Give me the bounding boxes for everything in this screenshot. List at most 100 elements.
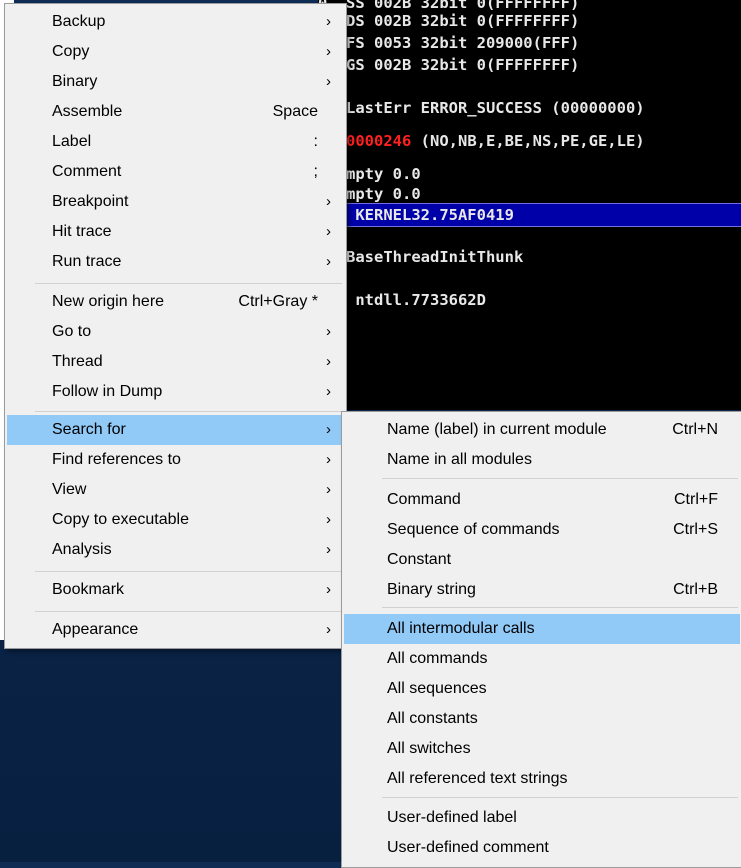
submenu-item-command[interactable]: Command Ctrl+F xyxy=(344,485,740,515)
submenu-arrow-icon: › xyxy=(326,73,331,90)
context-menu: Backup › Copy › Binary › Assemble Space Label: Co… xyxy=(4,3,347,649)
menu-item-label: Thread xyxy=(52,353,103,370)
search-for-submenu: Name (label) in current module Ctrl+N Name… xyxy=(341,411,741,868)
menu-item-label: Assemble xyxy=(52,103,123,120)
menu-separator xyxy=(35,283,342,284)
submenu-item-user-defined-label[interactable]: User-defined label xyxy=(344,803,740,833)
submenu-item-name-in-all-modules[interactable]: Name in all modules xyxy=(344,445,740,475)
submenu-item-label: User-defined comment xyxy=(387,839,549,856)
submenu-item-label: User-defined label xyxy=(387,809,517,826)
menu-item-label: Hit trace xyxy=(52,223,112,240)
menu-separator xyxy=(382,478,738,479)
menu-item-shortcut: Space xyxy=(272,103,318,120)
menu-separator xyxy=(35,611,342,612)
submenu-item-binary-string[interactable]: Binary string Ctrl+B xyxy=(344,575,740,605)
submenu-arrow-icon: › xyxy=(326,253,331,270)
register-pane: 0 SS 002B 32bit 0(FFFFFFFF) 1 DS 002B 32… xyxy=(318,0,741,410)
menu-item-label[interactable]: Label: xyxy=(7,127,344,157)
menu-item-view[interactable]: View › xyxy=(7,475,344,505)
menu-item-follow-in-dump[interactable]: Follow in Dump › xyxy=(7,377,344,407)
menu-item-run-trace[interactable]: Run trace › xyxy=(7,247,344,277)
menu-item-label: Search for xyxy=(52,421,126,438)
menu-item-label: Label xyxy=(52,133,92,150)
submenu-arrow-icon: › xyxy=(326,43,331,60)
menu-item-hit-trace[interactable]: Hit trace › xyxy=(7,217,344,247)
menu-item-label: Find references to xyxy=(52,451,181,468)
menu-item-label: Comment xyxy=(52,163,122,180)
menu-item-go-to[interactable]: Go to › xyxy=(7,317,344,347)
menu-item-label: New origin here xyxy=(52,293,165,310)
submenu-item-label: All switches xyxy=(387,740,471,757)
submenu-item-name-label-in-current-module[interactable]: Name (label) in current module Ctrl+N xyxy=(344,415,740,445)
reg-line-efl: L 00000246 (NO,NB,E,BE,NS,PE,GE,LE) xyxy=(318,132,645,150)
menu-separator xyxy=(382,797,738,798)
menu-item-label: Go to xyxy=(52,323,92,340)
menu-item-find-references-to[interactable]: Find references to › xyxy=(7,445,344,475)
menu-item-label: Follow in Dump xyxy=(52,383,163,400)
submenu-item-constant[interactable]: Constant xyxy=(344,545,740,575)
submenu-arrow-icon: › xyxy=(326,511,331,528)
submenu-arrow-icon: › xyxy=(326,13,331,30)
submenu-item-all-sequences[interactable]: All sequences xyxy=(344,674,740,704)
submenu-item-user-defined-comment[interactable]: User-defined comment xyxy=(344,833,740,863)
submenu-item-label: Sequence of commands xyxy=(387,521,560,538)
submenu-arrow-icon: › xyxy=(326,323,331,340)
submenu-arrow-icon: › xyxy=(326,621,331,638)
submenu-item-label: All sequences xyxy=(387,680,487,697)
submenu-item-all-constants[interactable]: All constants xyxy=(344,704,740,734)
submenu-item-all-switches[interactable]: All switches xyxy=(344,734,740,764)
submenu-item-shortcut: Ctrl+F xyxy=(674,491,718,508)
submenu-item-label: Command xyxy=(387,491,461,508)
submenu-item-label: Name in all modules xyxy=(387,451,532,468)
submenu-arrow-icon: › xyxy=(326,541,331,558)
submenu-item-label: Binary string xyxy=(387,581,476,598)
menu-item-label: Copy to executable xyxy=(52,511,189,528)
menu-item-breakpoint[interactable]: Breakpoint › xyxy=(7,187,344,217)
selected-stack-line[interactable]: to KERNEL32.75AF0419 xyxy=(318,203,741,227)
menu-item-thread[interactable]: Thread › xyxy=(7,347,344,377)
menu-item-backup[interactable]: Backup › xyxy=(7,7,344,37)
submenu-arrow-icon: › xyxy=(326,481,331,498)
menu-item-search-for[interactable]: Search for › xyxy=(7,415,344,445)
submenu-item-all-commands[interactable]: All commands xyxy=(344,644,740,674)
menu-separator xyxy=(35,571,342,572)
submenu-item-shortcut: Ctrl+B xyxy=(673,581,718,598)
menu-item-analysis[interactable]: Analysis › xyxy=(7,535,344,565)
menu-item-binary[interactable]: Binary › xyxy=(7,67,344,97)
menu-item-new-origin-here[interactable]: New origin here Ctrl+Gray * xyxy=(7,287,344,317)
menu-item-label: Breakpoint xyxy=(52,193,129,210)
submenu-arrow-icon: › xyxy=(326,223,331,240)
efl-value: 00000246 xyxy=(336,132,412,150)
menu-separator xyxy=(382,607,738,608)
menu-item-comment[interactable]: Comment; xyxy=(7,157,344,187)
reg-line-fs: 0 FS 0053 32bit 209000(FFF) xyxy=(318,34,580,52)
submenu-arrow-icon: › xyxy=(326,353,331,370)
menu-item-label: Run trace xyxy=(52,253,122,270)
submenu-item-label: All referenced text strings xyxy=(387,770,568,787)
menu-item-copy[interactable]: Copy › xyxy=(7,37,344,67)
submenu-item-label: All commands xyxy=(387,650,488,667)
stack-line-threadinit[interactable]: 32.BaseThreadInitThunk xyxy=(318,246,523,268)
reg-line-ds: 1 DS 002B 32bit 0(FFFFFFFF) xyxy=(318,12,580,30)
menu-item-label: View xyxy=(52,481,87,498)
menu-item-label: Copy xyxy=(52,43,90,60)
submenu-item-all-intermodular-calls[interactable]: All intermodular calls xyxy=(344,614,740,644)
submenu-item-label: All constants xyxy=(387,710,478,727)
submenu-arrow-icon: › xyxy=(326,193,331,210)
submenu-item-sequence-of-commands[interactable]: Sequence of commands Ctrl+S xyxy=(344,515,740,545)
menu-item-copy-to-executable[interactable]: Copy to executable › xyxy=(7,505,344,535)
menu-item-bookmark[interactable]: Bookmark › xyxy=(7,575,344,605)
menu-item-label: Bookmark xyxy=(52,581,125,598)
submenu-item-shortcut: Ctrl+N xyxy=(672,421,718,438)
submenu-arrow-icon: › xyxy=(326,451,331,468)
submenu-item-label: All intermodular calls xyxy=(387,620,535,637)
submenu-arrow-icon: › xyxy=(326,421,331,438)
menu-item-appearance[interactable]: Appearance › xyxy=(7,615,344,645)
menu-item-shortcut: : xyxy=(313,133,318,150)
menu-item-label: Backup xyxy=(52,13,106,30)
menu-item-assemble[interactable]: Assemble Space xyxy=(7,97,344,127)
menu-item-shortcut: ; xyxy=(313,163,318,180)
submenu-item-label: Name (label) in current module xyxy=(387,421,607,438)
submenu-item-all-referenced-text-strings[interactable]: All referenced text strings xyxy=(344,764,740,794)
submenu-item-label: Constant xyxy=(387,551,452,568)
